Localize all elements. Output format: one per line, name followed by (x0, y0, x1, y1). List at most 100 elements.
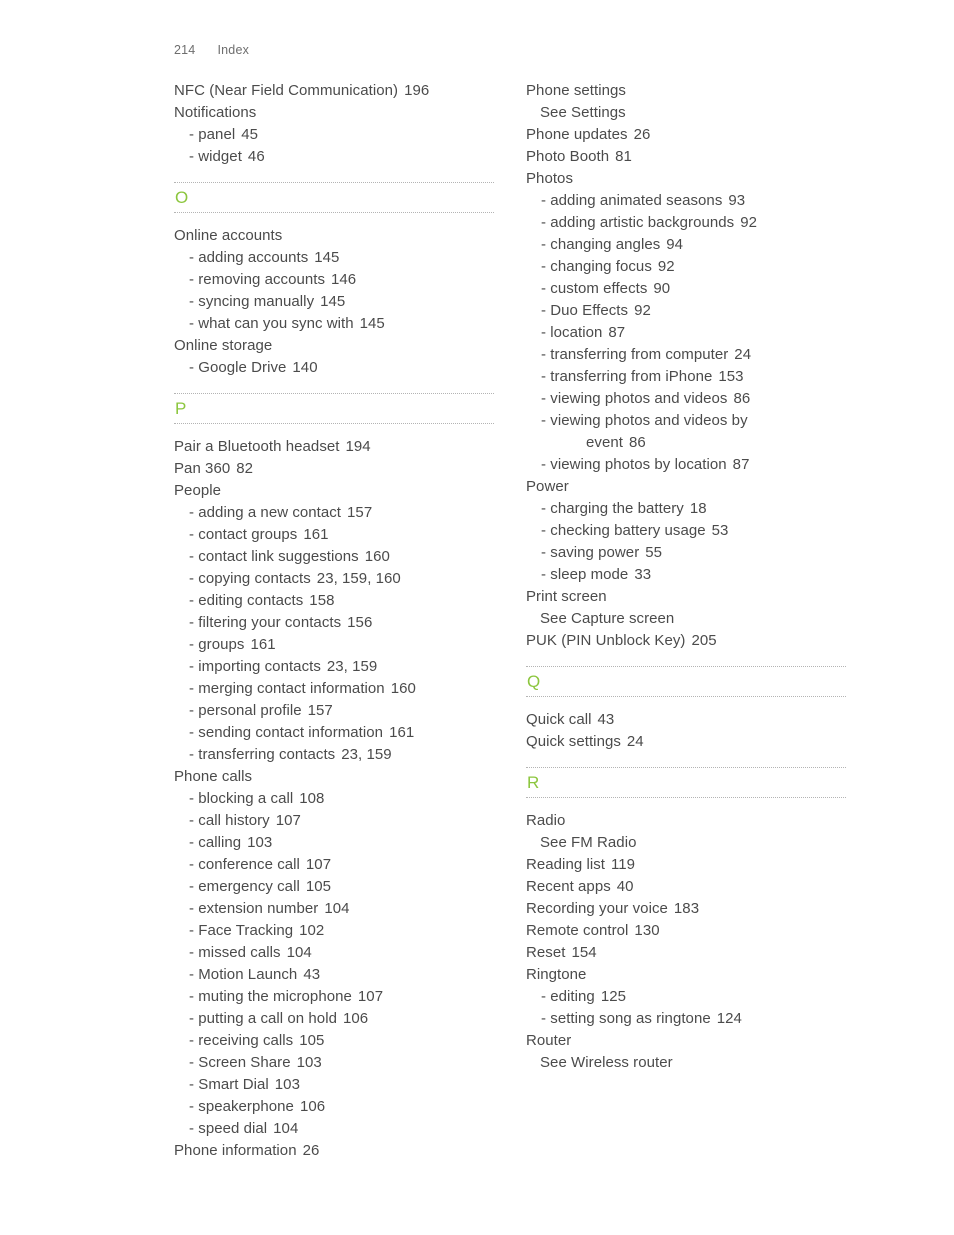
index-entry-page: 160 (390, 680, 416, 697)
index-entry-label: See Wireless router (540, 1054, 673, 1071)
index-entry-label: Phone settings (526, 82, 626, 99)
index-entry: Router (526, 1030, 846, 1052)
index-entry: - removing accounts 146 (174, 269, 494, 291)
index-entry-label: Ringtone (526, 966, 587, 983)
index-entry-label: - conference call (189, 856, 300, 873)
index-entry-label: - blocking a call (189, 790, 294, 807)
index-entry-page: 108 (299, 790, 325, 807)
index-entry-page: 102 (299, 922, 325, 939)
index-entry: Print screen (526, 586, 846, 608)
index-entry-label: - receiving calls (189, 1032, 294, 1049)
section-rule-top (174, 182, 494, 183)
index-entry-label: - panel (189, 126, 236, 143)
index-entry-label: Phone updates (526, 126, 628, 143)
index-entry: - editing 125 (526, 986, 846, 1008)
index-entry: Online accounts (174, 225, 494, 247)
index-entry: - calling 103 (174, 832, 494, 854)
index-entry-page: 103 (274, 1076, 300, 1093)
index-entry-page: 157 (347, 504, 373, 521)
index-entry-page: 205 (691, 632, 717, 649)
index-entry-label: Notifications (174, 104, 257, 121)
index-entry-label: - call history (189, 812, 270, 829)
index-entry-label: - extension number (189, 900, 319, 917)
index-entry-page: 156 (347, 614, 373, 631)
index-entry-page: 23, 159, 160 (316, 570, 401, 587)
index-entry-page: 160 (364, 548, 390, 565)
section-divider-o: O (174, 182, 494, 218)
index-entry-page: 103 (296, 1054, 322, 1071)
index-entry-label: Photo Booth (526, 148, 610, 165)
index-entry-label: Recent apps (526, 878, 611, 895)
index-entry-label: - syncing manually (189, 293, 315, 310)
index-entry: - call history 107 (174, 810, 494, 832)
index-entry: - Screen Share 103 (174, 1052, 494, 1074)
index-entry: - contact link suggestions 160 (174, 546, 494, 568)
index-entry: Phone updates 26 (526, 124, 846, 146)
index-entry: - viewing photos by location 87 (526, 454, 846, 476)
index-entry-page: 24 (626, 733, 644, 750)
index-entry-page: 33 (634, 566, 652, 583)
index-entry: - sending contact information 161 (174, 722, 494, 744)
index-entry: - adding a new contact 157 (174, 502, 494, 524)
index-entry-page: 104 (273, 1120, 299, 1137)
index-entry: Recent apps 40 (526, 876, 846, 898)
index-entry-label: - adding a new contact (189, 504, 342, 521)
index-entry-page: 106 (299, 1098, 326, 1115)
index-entry-label: - custom effects (541, 280, 648, 297)
index-entry-page: 43 (303, 966, 321, 983)
section-divider-q: Q (526, 666, 846, 702)
index-entry-page: 157 (307, 702, 333, 719)
index-entry-page: 82 (236, 460, 254, 477)
index-entry-page: 93 (728, 192, 746, 209)
index-entry-page: 124 (716, 1010, 742, 1027)
index-entry-label: - Duo Effects (541, 302, 629, 319)
index-entry: PUK (PIN Unblock Key) 205 (526, 630, 846, 652)
index-entry: Phone information 26 (174, 1140, 494, 1162)
index-entry-page: 161 (250, 636, 276, 653)
index-entry-page: 53 (711, 522, 729, 539)
index-entry-page: 40 (616, 878, 634, 895)
index-entry-label: - contact link suggestions (189, 548, 359, 565)
index-entry-page: 104 (286, 944, 312, 961)
index-entry-page: 161 (389, 724, 415, 741)
index-entry-label: - editing contacts (189, 592, 304, 609)
index-entry-page: 18 (689, 500, 707, 517)
index-entry-label: - widget (189, 148, 242, 165)
index-entry-label: - missed calls (189, 944, 281, 961)
index-entry: - transferring from iPhone 153 (526, 366, 846, 388)
index-entry-page: 23, 159 (341, 746, 392, 763)
index-entry-label: See Capture screen (540, 610, 675, 627)
index-entry: - Google Drive 140 (174, 357, 494, 379)
index-entry-page: 107 (305, 856, 332, 873)
section-rule-bottom (174, 423, 494, 424)
index-entry: - receiving calls 105 (174, 1030, 494, 1052)
index-entry-page: 107 (357, 988, 384, 1005)
index-entry-label: Phone information (174, 1142, 297, 1159)
index-entry: Reading list 119 (526, 854, 846, 876)
index-entry-label: - changing focus (541, 258, 652, 275)
index-entry-label: Recording your voice (526, 900, 668, 917)
index-entry-label: Remote control (526, 922, 629, 939)
index-entry-label: Reset (526, 944, 566, 961)
index-entry: Photo Booth 81 (526, 146, 846, 168)
index-entry-page: 183 (673, 900, 700, 917)
index-entry: - emergency call 105 (174, 876, 494, 898)
index-entry-page: 46 (247, 148, 265, 165)
index-entry: Photos (526, 168, 846, 190)
index-entry-page: 81 (615, 148, 632, 165)
index-entry-page: 86 (628, 434, 646, 451)
index-entry: - importing contacts 23, 159 (174, 656, 494, 678)
index-entry-label: PUK (PIN Unblock Key) (526, 632, 686, 649)
index-entry: - Duo Effects 92 (526, 300, 846, 322)
index-entry: - saving power 55 (526, 542, 846, 564)
index-entry-label: Reading list (526, 856, 605, 873)
index-entry-page: 104 (324, 900, 350, 917)
index-entry-label: - Smart Dial (189, 1076, 269, 1093)
index-entry-page: 90 (653, 280, 671, 297)
index-entry: - Face Tracking 102 (174, 920, 494, 942)
index-entry: See Wireless router (526, 1052, 846, 1074)
index-entry-page: 158 (309, 592, 335, 609)
index-entry-label: - muting the microphone (189, 988, 352, 1005)
index-entry-page: 55 (645, 544, 663, 561)
index-entry: Recording your voice 183 (526, 898, 846, 920)
